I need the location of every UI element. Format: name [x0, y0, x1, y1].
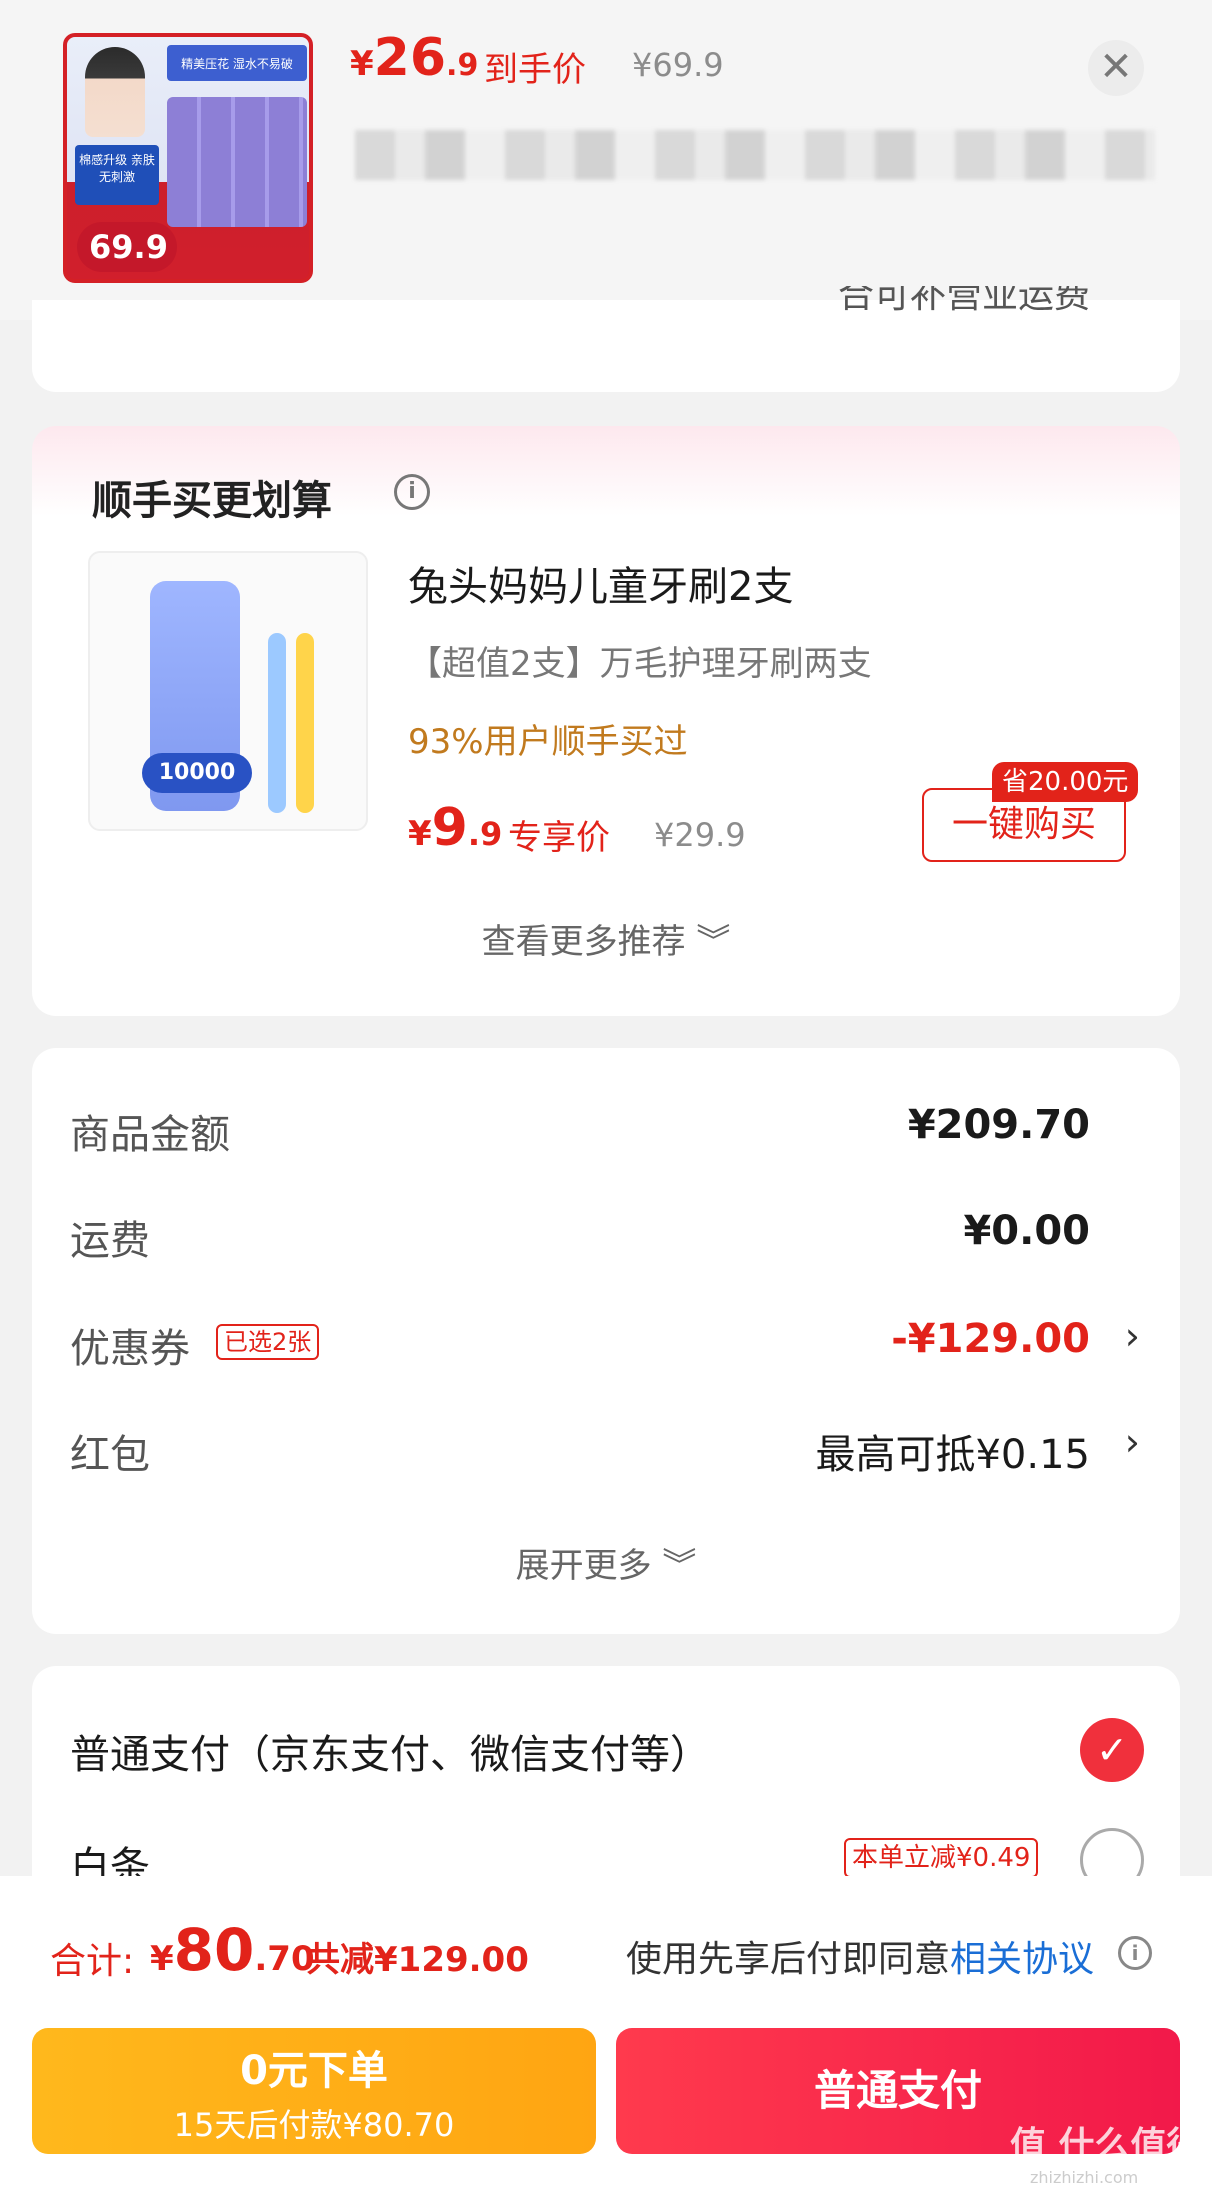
shipping-fee-value: ¥0.00: [963, 1208, 1090, 1254]
recommendation-title: 顺手买更划算: [92, 478, 332, 524]
price-currency: ¥: [150, 1939, 174, 1979]
product-header: 精美压花 湿水不易破 棉感升级 亲肤无刺激 69.9 ¥26.9 到手价 ¥69…: [0, 0, 1212, 320]
zero-order-title: 0元下单: [240, 2048, 388, 2094]
goods-amount-label: 商品金额: [70, 1112, 230, 1158]
image-badge: 10000: [142, 753, 252, 793]
toothbrush-image[interactable]: 10000: [88, 551, 368, 831]
total-price: ¥80.70: [150, 1916, 315, 1984]
checkmark-icon[interactable]: ✓: [1080, 1718, 1144, 1782]
baitiao-discount-tag: 本单立减¥0.49: [844, 1838, 1039, 1878]
coupon-selected-tag: 已选2张: [216, 1324, 320, 1360]
price-integer: 9: [431, 798, 468, 858]
price-decimal: .9: [467, 815, 503, 853]
info-icon[interactable]: i: [394, 474, 430, 510]
checkout-bar: 合计: ¥80.70 共减¥129.00 使用先享后付即同意相关协议 i 0元下…: [0, 1876, 1212, 2193]
final-price: ¥26.9: [350, 28, 478, 88]
thumb-left-tag: 棉感升级 亲肤无刺激: [75, 145, 159, 205]
recommend-price: ¥9.9: [408, 798, 502, 858]
price-decimal: .9: [446, 48, 479, 83]
thumb-top-tag: 精美压花 湿水不易破: [167, 45, 307, 81]
order-summary-card: 商品金额 ¥209.70 运费 ¥0.00 优惠券 已选2张 -¥129.00 …: [32, 1048, 1180, 1634]
agreement-link[interactable]: 相关协议: [950, 1939, 1094, 1980]
total-saved: 共减¥129.00: [306, 1940, 529, 1980]
yellow-toothbrush: [296, 633, 314, 813]
original-price: ¥69.9: [632, 46, 724, 84]
red-packet-label[interactable]: 红包: [70, 1422, 150, 1480]
expand-more-link[interactable]: 展开更多 ︾: [32, 1538, 1180, 1587]
shipping-card: 合可补营业运费: [32, 286, 1180, 392]
save-amount-badge: 省20.00元: [992, 762, 1139, 802]
shipping-fee-label: 运费: [70, 1218, 150, 1264]
model-photo: [85, 47, 145, 137]
recommend-original-price: ¥29.9: [654, 816, 746, 854]
thumb-price-badge: 69.9: [77, 222, 177, 272]
info-icon[interactable]: i: [1118, 1936, 1152, 1970]
chevron-right-icon[interactable]: ›: [1125, 1314, 1140, 1358]
agreement-text: 使用先享后付即同意相关协议: [626, 1930, 1094, 1982]
coupon-value[interactable]: -¥129.00: [891, 1316, 1090, 1362]
agreement-prefix: 使用先享后付即同意: [626, 1939, 951, 1980]
recommend-product-subtitle: 【超值2支】万毛护理牙刷两支: [408, 644, 872, 684]
final-price-label: 到手价: [484, 50, 586, 90]
normal-payment-option[interactable]: 普通支付（京东支付、微信支付等）: [70, 1722, 710, 1780]
price-integer: 26: [373, 28, 447, 88]
zero-order-subtitle: 15天后付款¥80.70: [173, 2106, 455, 2144]
exclusive-price-label: 专享价: [508, 818, 610, 858]
price-currency: ¥: [350, 44, 374, 84]
coupon-label[interactable]: 优惠券: [70, 1316, 190, 1374]
total-label: 合计:: [50, 1941, 135, 1982]
blurred-product-title: [355, 130, 1155, 180]
site-watermark-url: zhizhizhi.com: [1030, 2168, 1139, 2187]
tissue-pack-image: [167, 97, 307, 227]
zero-yuan-order-button[interactable]: 0元下单 15天后付款¥80.70: [32, 2028, 596, 2154]
recommendation-card: 顺手买更划算 i 10000 兔头妈妈儿童牙刷2支 【超值2支】万毛护理牙刷两支…: [32, 426, 1180, 1016]
goods-amount-value: ¥209.70: [907, 1102, 1090, 1148]
red-packet-value[interactable]: 最高可抵¥0.15: [815, 1422, 1090, 1480]
chevron-right-icon[interactable]: ›: [1125, 1420, 1140, 1464]
view-more-recommendations[interactable]: 查看更多推荐 ︾: [32, 914, 1180, 963]
price-integer: 80: [173, 1916, 255, 1984]
price-currency: ¥: [408, 814, 432, 854]
shipping-text-cut: 合可补营业运费: [837, 286, 1090, 316]
close-button[interactable]: ✕: [1088, 40, 1144, 96]
recommend-product-name[interactable]: 兔头妈妈儿童牙刷2支: [408, 554, 793, 612]
bought-percentage: 93%用户顺手买过: [408, 722, 688, 762]
product-thumbnail[interactable]: 精美压花 湿水不易破 棉感升级 亲肤无刺激 69.9: [63, 33, 313, 283]
blue-toothbrush: [268, 633, 286, 813]
